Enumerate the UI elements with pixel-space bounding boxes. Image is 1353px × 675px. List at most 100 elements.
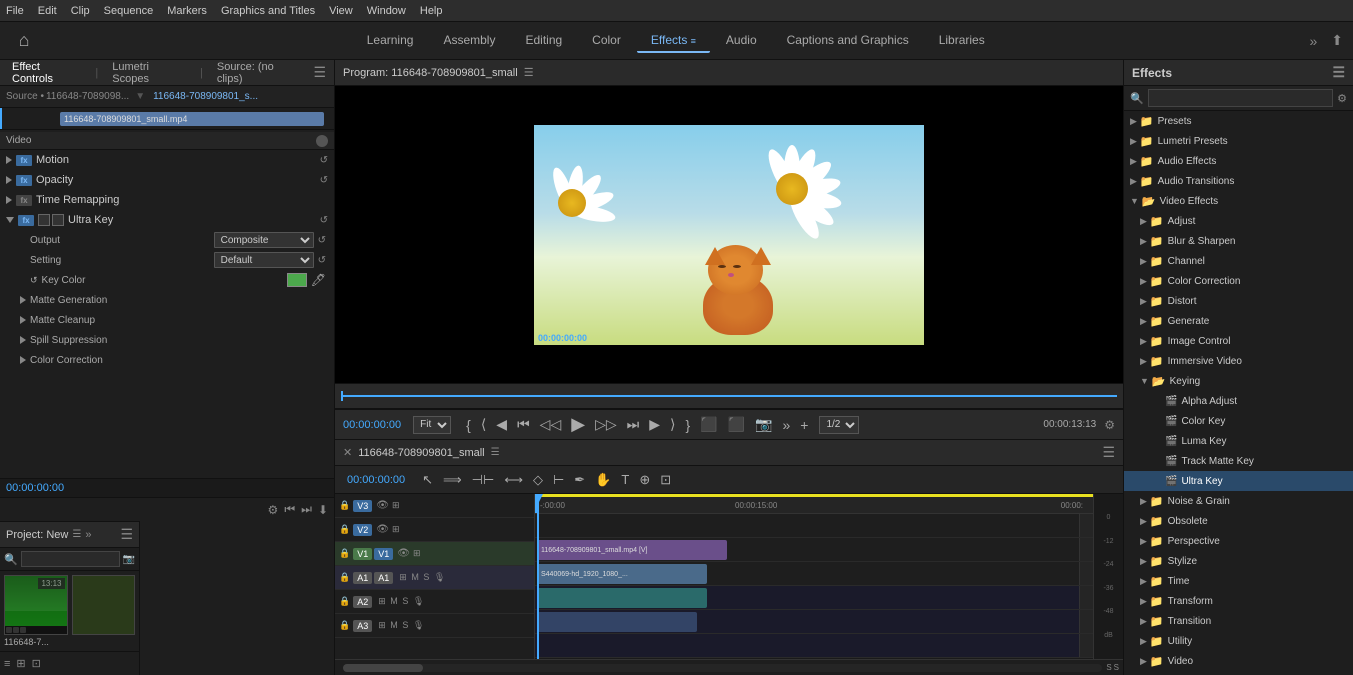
mini-timeline[interactable]: 00:00:05:00 00:00:10:00 0 116648-7089098…	[0, 108, 334, 130]
mark-in-btn[interactable]: {	[463, 417, 474, 433]
a1-track[interactable]	[535, 586, 1093, 610]
playback-bar[interactable]	[341, 395, 1117, 397]
v3-lock-icon[interactable]: 🔒	[339, 500, 350, 511]
panel-menu-icon[interactable]: ☰	[313, 64, 326, 81]
camera-icon[interactable]: 📷	[123, 554, 135, 565]
eff-transition[interactable]: ▶ 📁 Transition	[1124, 611, 1353, 631]
v2-sync-icon[interactable]: ⊞	[392, 524, 400, 535]
eff-generate[interactable]: ▶ 📁 Generate	[1124, 311, 1353, 331]
eyedropper-icon[interactable]: 🖊	[311, 273, 326, 287]
menu-clip[interactable]: Clip	[71, 5, 90, 17]
eff-audio-transitions[interactable]: ▶ 📁 Audio Transitions	[1124, 171, 1353, 191]
scroll-thumb[interactable]	[343, 664, 423, 672]
step-fwd-frame-btn[interactable]: ▷▷	[592, 416, 620, 433]
more-tabs-button[interactable]: »	[1303, 33, 1323, 49]
menu-window[interactable]: Window	[367, 5, 406, 17]
effect-opacity-row[interactable]: fx Opacity ↺	[0, 170, 334, 190]
eff-lumetri-presets[interactable]: ▶ 📁 Lumetri Presets	[1124, 131, 1353, 151]
eff-video[interactable]: ▶ 📁 Video	[1124, 651, 1353, 671]
v3-track[interactable]	[535, 514, 1093, 538]
effects-filter-icon[interactable]: ⚙	[1337, 92, 1347, 105]
v1-lock-icon[interactable]: 🔒	[339, 548, 350, 559]
grid-view-icon[interactable]: ⊞	[16, 657, 25, 670]
tab-color[interactable]: Color	[578, 29, 635, 53]
tab-assembly[interactable]: Assembly	[429, 29, 509, 53]
v1-track[interactable]: S440069-hd_1920_1080_...	[535, 562, 1093, 586]
eff-image-control[interactable]: ▶ 📁 Image Control	[1124, 331, 1353, 351]
motion-reset[interactable]: ↺	[320, 155, 328, 166]
tab-editing[interactable]: Editing	[511, 29, 576, 53]
tl-ripple[interactable]: ⊕	[636, 470, 653, 490]
project-thumb-1[interactable]: 13:13	[4, 575, 68, 635]
opacity-reset[interactable]: ↺	[320, 175, 328, 186]
eff-stylize[interactable]: ▶ 📁 Stylize	[1124, 551, 1353, 571]
video-reset[interactable]	[316, 135, 328, 147]
tl-text[interactable]: T	[618, 470, 632, 489]
a1-mic[interactable]: 🎙	[434, 572, 445, 582]
eff-noise-grain[interactable]: ▶ 📁 Noise & Grain	[1124, 491, 1353, 511]
project-item-1[interactable]: 13:13 116648-7...	[4, 575, 68, 647]
project-panel-menu[interactable]: ☰	[120, 526, 133, 543]
a1-target-badge[interactable]: A1	[353, 572, 372, 584]
v1-sync-icon[interactable]: ⊞	[413, 548, 421, 559]
eff-time[interactable]: ▶ 📁 Time	[1124, 571, 1353, 591]
tl-pen[interactable]: ✒	[571, 470, 588, 490]
tl-razor[interactable]: ◇	[530, 470, 546, 490]
a2-sync[interactable]: ⊞	[378, 596, 386, 606]
eff-distort[interactable]: ▶ 📁 Distort	[1124, 291, 1353, 311]
eff-keying[interactable]: ▼ 📂 Keying	[1124, 371, 1353, 391]
a1-name[interactable]: A1	[374, 572, 393, 584]
next-keyframe-btn[interactable]: ⟩	[667, 416, 678, 433]
ultrakey-reset[interactable]: ↺	[320, 215, 328, 226]
strip-prev-icon[interactable]: ⏮	[284, 502, 295, 517]
tab-effects[interactable]: Effects ≡	[637, 29, 710, 53]
a3-lock-icon[interactable]: 🔒	[339, 620, 350, 631]
monitor-menu-icon[interactable]: ☰	[524, 66, 534, 79]
overwrite-btn[interactable]: ⬛	[725, 416, 748, 433]
v3-eye-icon[interactable]: 👁	[376, 500, 389, 511]
go-to-out-btn[interactable]: ⏭	[624, 416, 643, 433]
more-controls-btn[interactable]: »	[779, 417, 793, 433]
freeform-view-icon[interactable]: ⊡	[32, 657, 41, 670]
output-reset[interactable]: ↺	[318, 235, 326, 246]
a2-clip[interactable]	[537, 612, 697, 632]
color-correction-row[interactable]: Color Correction	[0, 350, 334, 370]
v1-target-badge[interactable]: V1	[353, 548, 372, 560]
scroll-bar[interactable]	[343, 664, 1102, 672]
tl-track-select[interactable]: ⟹	[440, 470, 465, 490]
project-expand-icon[interactable]: »	[85, 529, 91, 541]
tab-effect-controls[interactable]: Effect Controls	[8, 61, 85, 85]
a3-m[interactable]: M	[390, 620, 398, 630]
v3-sync-icon[interactable]: ⊞	[392, 500, 400, 511]
v1-clip[interactable]: S440069-hd_1920_1080_...	[537, 564, 707, 584]
quality-selector[interactable]: 1/2	[819, 416, 859, 434]
mark-out-btn[interactable]: }	[682, 417, 693, 433]
export-frame-btn[interactable]: 📷	[752, 416, 775, 433]
eff-presets[interactable]: ▶ 📁 Presets	[1124, 111, 1353, 131]
a1-clip[interactable]	[537, 588, 707, 608]
eff-audio-effects[interactable]: ▶ 📁 Audio Effects	[1124, 151, 1353, 171]
tl-slip[interactable]: ⊢	[550, 470, 567, 490]
output-select[interactable]: Composite	[214, 232, 314, 248]
share-button[interactable]: ⬆	[1331, 32, 1343, 49]
tab-audio[interactable]: Audio	[712, 29, 771, 53]
fit-selector[interactable]: Fit	[413, 416, 451, 434]
strip-next-icon[interactable]: ⏭	[301, 502, 312, 517]
a3-mic[interactable]: 🎙	[413, 620, 424, 630]
v2-clip[interactable]: 116648-708909801_small.mp4 [V]	[537, 540, 727, 560]
a2-m[interactable]: M	[390, 596, 398, 606]
tl-captions[interactable]: ⊡	[657, 470, 674, 490]
effects-panel-menu[interactable]: ☰	[1332, 64, 1345, 81]
v2-eye-icon[interactable]: 👁	[376, 524, 389, 535]
a2-lock-icon[interactable]: 🔒	[339, 596, 350, 607]
menu-view[interactable]: View	[329, 5, 353, 17]
timeline-settings-icon[interactable]: ☰	[491, 447, 500, 458]
v2-name[interactable]: V2	[353, 524, 372, 536]
tab-lumetri-scopes[interactable]: Lumetri Scopes	[108, 61, 190, 85]
a3-track[interactable]	[535, 634, 1093, 658]
menu-markers[interactable]: Markers	[167, 5, 207, 17]
tab-captions[interactable]: Captions and Graphics	[773, 29, 923, 53]
settings-btn[interactable]: ⚙	[1104, 418, 1115, 432]
eff-channel[interactable]: ▶ 📁 Channel	[1124, 251, 1353, 271]
tl-hand[interactable]: ✋	[592, 470, 614, 490]
